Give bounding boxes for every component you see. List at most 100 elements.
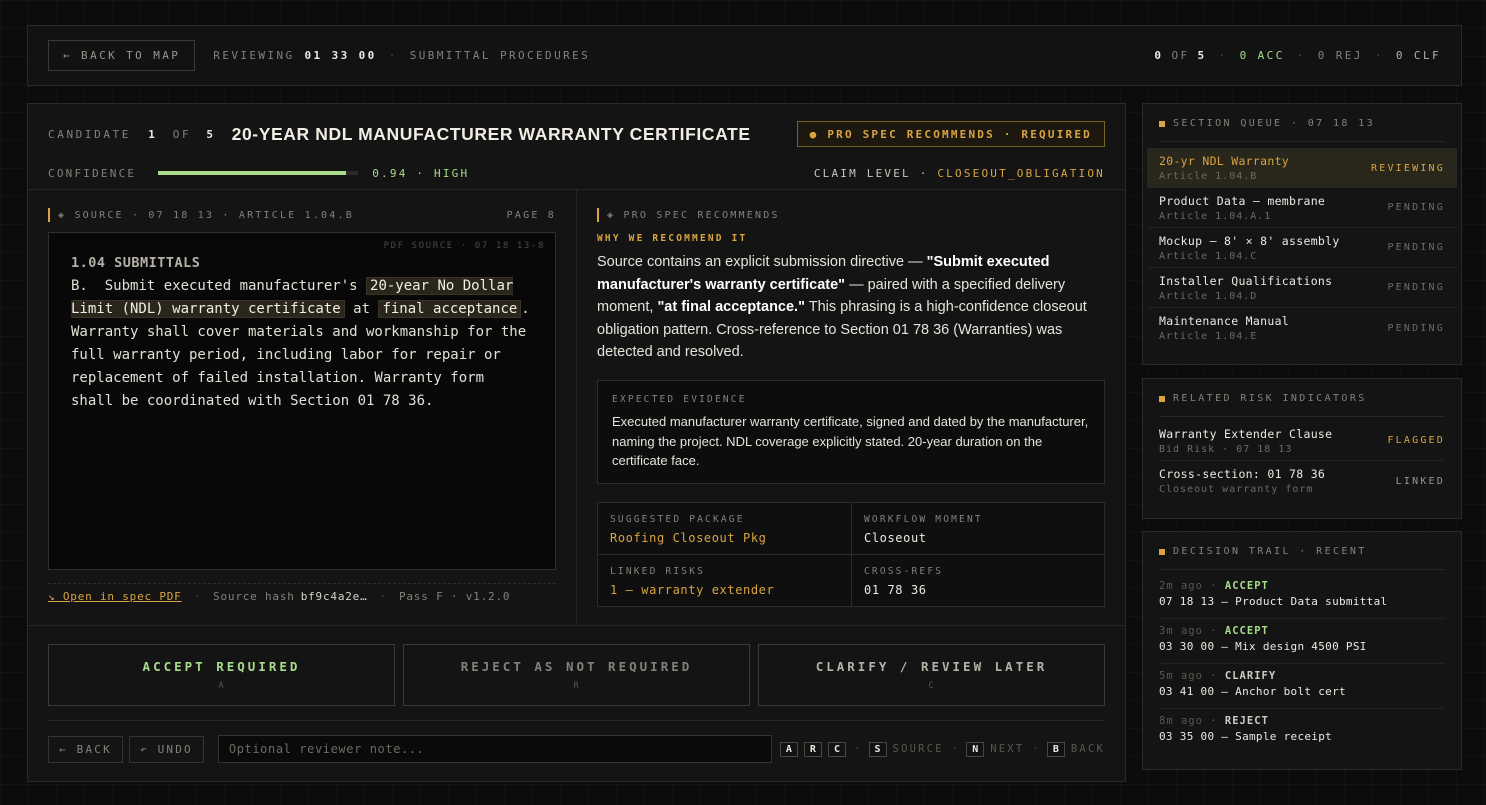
candidate-counter: CANDIDATE 1 OF 5 — [48, 128, 216, 141]
source-hash-label: Source hash — [213, 589, 295, 603]
expected-evidence-box: EXPECTED EVIDENCE Executed manufacturer … — [597, 380, 1105, 484]
trail-desc: 03 35 00 — Sample receipt — [1159, 730, 1333, 743]
separator-dot: · — [1374, 49, 1384, 62]
source-footer: ↘ Open in spec PDF · Source hash bf9c4a2… — [48, 583, 556, 603]
queue-item-name: Product Data — membrane — [1159, 193, 1326, 208]
recommendation-header: ◈ PRO SPEC RECOMMENDS — [597, 208, 1105, 222]
trail-time: 2m ago — [1159, 580, 1203, 592]
rec-bold-2: "at final acceptance." — [657, 299, 805, 315]
confidence-label: CONFIDENCE — [48, 166, 137, 180]
highlight-final-acceptance: final acceptance — [378, 300, 522, 318]
queue-item-article: Article 1.04.B — [1159, 171, 1258, 182]
risk-indicators-header: RELATED RISK INDICATORS — [1159, 393, 1445, 417]
trail-time: 3m ago — [1159, 625, 1203, 637]
cross-refs-value: 01 78 36 — [864, 583, 927, 597]
reject-label: REJECT AS NOT REQUIRED — [460, 659, 693, 674]
back-to-map-button[interactable]: ← BACK TO MAP — [48, 40, 196, 71]
separator-dot: · — [379, 589, 387, 603]
key-r: R — [803, 741, 822, 757]
queue-item[interactable]: Installer Qualifications Article 1.04.D P… — [1147, 268, 1457, 308]
undo-button[interactable]: ↶ UNDO — [128, 735, 204, 763]
queue-item-status: PENDING — [1387, 322, 1445, 334]
decision-trail-list: 2m ago · ACCEPT 07 18 13 — Product Data … — [1143, 574, 1461, 754]
clarify-button[interactable]: CLARIFY / REVIEW LATER C — [758, 644, 1105, 706]
square-bullet-icon — [1159, 395, 1165, 402]
separator-dot: · — [1032, 743, 1041, 755]
queue-item-article: Article 1.04.D — [1159, 290, 1258, 302]
risk-item-status: LINKED — [1395, 475, 1445, 487]
trail-action: REJECT — [1224, 715, 1269, 727]
pro-spec-badge: ● PRO SPEC RECOMMENDS · REQUIRED — [796, 121, 1105, 147]
risk-item[interactable]: Warranty Extender Clause Bid Risk · 07 18… — [1159, 421, 1445, 461]
trail-time: 5m ago — [1159, 670, 1203, 682]
progress-of: OF — [1171, 49, 1190, 62]
top-bar: ← BACK TO MAP REVIEWING 01 33 00 · SUBMI… — [27, 25, 1462, 86]
key-s-label: SOURCE — [892, 743, 944, 755]
clarify-count: 0 CLF — [1395, 49, 1441, 62]
key-n-label: NEXT — [990, 743, 1025, 755]
confidence-row: CONFIDENCE 0.94 · HIGH CLAIM LEVEL · CLO… — [48, 166, 1105, 180]
open-in-pdf-link[interactable]: ↘ Open in spec PDF — [48, 590, 182, 603]
queue-item[interactable]: 20-yr NDL Warranty Article 1.04.B REVIEWI… — [1147, 148, 1457, 188]
trail-action: ACCEPT — [1224, 625, 1269, 637]
confidence-value: 0.94 · HIGH — [372, 166, 470, 180]
risk-item[interactable]: Cross-section: 01 78 36 Closeout warranty… — [1159, 461, 1445, 501]
reject-shortcut: R — [573, 681, 580, 691]
clarify-label: CLARIFY / REVIEW LATER — [815, 659, 1048, 674]
metadata-grid: SUGGESTED PACKAGE Roofing Closeout Pkg W… — [597, 502, 1105, 607]
accept-required-button[interactable]: ACCEPT REQUIRED A — [48, 644, 395, 706]
trail-action: CLARIFY — [1224, 670, 1277, 682]
workflow-moment-label: WORKFLOW MOMENT — [864, 514, 983, 525]
reviewer-note-input[interactable] — [217, 735, 772, 763]
section-queue-list: 20-yr NDL Warranty Article 1.04.B REVIEWI… — [1143, 148, 1461, 348]
key-b-label: BACK — [1070, 743, 1105, 755]
risk-list: Warranty Extender Clause Bid Risk · 07 18… — [1143, 421, 1461, 501]
trail-desc: 07 18 13 — Product Data submittal — [1159, 595, 1388, 608]
back-button[interactable]: ← BACK — [48, 735, 123, 763]
suggested-package-value[interactable]: Roofing Closeout Pkg — [610, 531, 839, 545]
queue-item[interactable]: Maintenance Manual Article 1.04.E PENDING — [1147, 308, 1457, 348]
candidate-review-panel: CANDIDATE 1 OF 5 20-YEAR NDL MANUFACTURE… — [27, 103, 1126, 782]
linked-risks-label: LINKED RISKS — [610, 566, 706, 577]
bottom-controls: ← BACK ↶ UNDO A R C · S SOURCE · N NEXT … — [48, 735, 1105, 763]
queue-item-article: Article 1.04.E — [1159, 331, 1258, 342]
candidate-total: 5 — [206, 127, 216, 141]
pdf-section-heading: 1.04 SUBMITTALS — [71, 255, 201, 271]
queue-item-name: Mockup — 8' × 8' assembly — [1159, 233, 1340, 248]
pdf-text-prefix: B. Submit executed manufacturer's — [71, 278, 367, 294]
rejected-count: 0 REJ — [1317, 49, 1363, 62]
rec-text-1: Source contains an explicit submission d… — [597, 254, 927, 270]
queue-item[interactable]: Mockup — 8' × 8' assembly Article 1.04.C … — [1147, 228, 1457, 268]
key-a: A — [779, 741, 798, 757]
divider — [48, 720, 1105, 721]
divider — [28, 625, 1125, 626]
accepted-count: 0 ACC — [1239, 49, 1285, 62]
trail-item: 3m ago · ACCEPT 03 30 00 — Mix design 45… — [1159, 619, 1445, 664]
progress-done: 0 — [1154, 49, 1164, 62]
progress-summary: 0 OF 5 · 0 ACC · 0 REJ · 0 CLF — [1154, 49, 1441, 62]
reviewing-label: REVIEWING — [213, 49, 295, 62]
trail-item: 2m ago · ACCEPT 07 18 13 — Product Data … — [1159, 574, 1445, 619]
linked-risks-value[interactable]: 1 — warranty extender — [610, 583, 839, 597]
workflow-moment-value: Closeout — [864, 531, 927, 545]
cross-refs-label: CROSS-REFS — [864, 566, 944, 577]
square-bullet-icon — [1159, 120, 1165, 127]
confidence-bar — [158, 171, 359, 175]
queue-item[interactable]: Product Data — membrane Article 1.04.A.1 … — [1147, 188, 1457, 228]
candidate-label: CANDIDATE — [48, 127, 132, 141]
why-recommend-label: WHY WE RECOMMEND IT — [597, 233, 748, 244]
decision-trail-panel: DECISION TRAIL · RECENT 2m ago · ACCEPT … — [1142, 531, 1462, 770]
risk-item-sub: Closeout warranty form — [1159, 484, 1314, 495]
pass-version: Pass F · v1.2.0 — [398, 589, 511, 603]
pdf-paragraph: B. Submit executed manufacturer's 20-yea… — [71, 275, 533, 413]
section-queue-header: SECTION QUEUE · 07 18 13 — [1159, 118, 1445, 142]
source-header-label: ◈ SOURCE · 07 18 13 · ARTICLE 1.04.B — [58, 209, 354, 221]
risk-indicators-panel: RELATED RISK INDICATORS Warranty Extende… — [1142, 378, 1462, 519]
candidate-header: CANDIDATE 1 OF 5 20-YEAR NDL MANUFACTURE… — [48, 120, 1105, 148]
separator-dot: · — [388, 49, 398, 62]
risk-indicators-title: RELATED RISK INDICATORS — [1173, 393, 1367, 404]
section-queue-panel: SECTION QUEUE · 07 18 13 20-yr NDL Warra… — [1142, 103, 1462, 365]
key-s: S — [868, 741, 887, 757]
reject-button[interactable]: REJECT AS NOT REQUIRED R — [403, 644, 750, 706]
confidence-bar-fill — [158, 171, 347, 175]
